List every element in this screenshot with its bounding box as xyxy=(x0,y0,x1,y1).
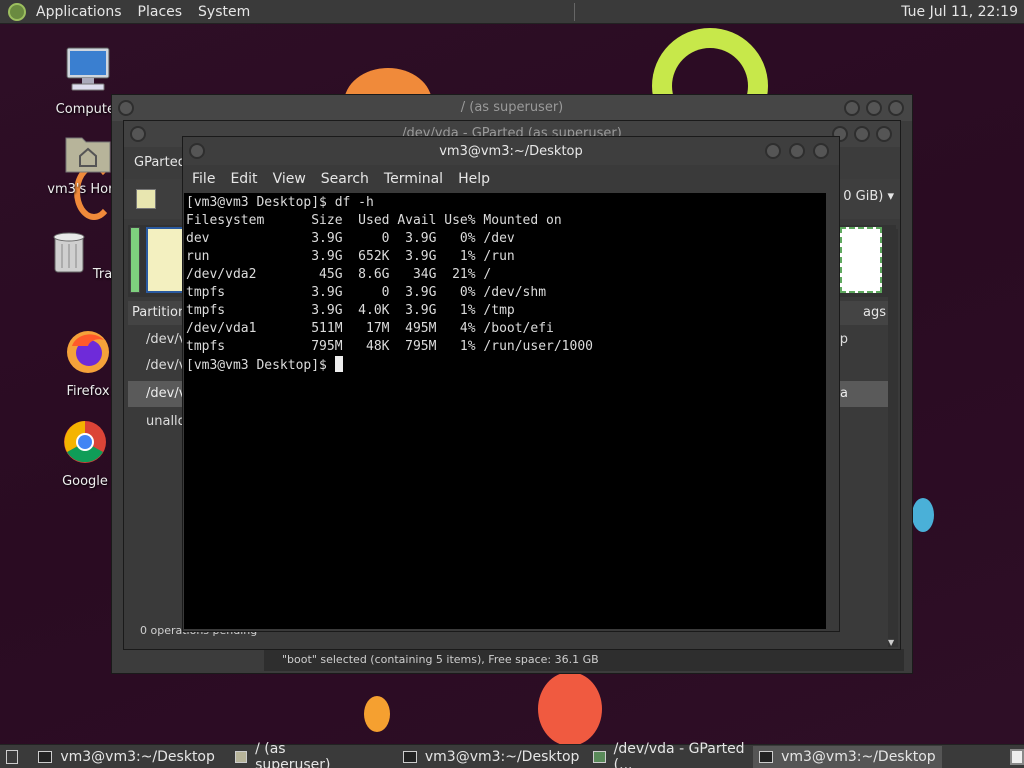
desktop-icon-label: Firefox xyxy=(66,384,110,399)
maximize-button[interactable] xyxy=(854,126,870,142)
bottom-panel: vm3@vm3:~/Desktop / (as superuser) vm3@v… xyxy=(0,741,1024,768)
partition-segment[interactable] xyxy=(146,227,186,293)
menu-help[interactable]: Help xyxy=(457,171,500,187)
device-combo[interactable]: 0 GiB) ▾ xyxy=(843,189,894,204)
wallpaper-blob xyxy=(912,498,934,532)
panel-separator xyxy=(574,2,576,21)
window-menu-button[interactable] xyxy=(130,126,146,142)
firefox-icon xyxy=(67,331,109,373)
chrome-icon xyxy=(64,421,106,463)
taskbar-item-terminal-2[interactable]: vm3@vm3:~/Desktop xyxy=(397,746,586,768)
device-combo-label: 0 GiB) xyxy=(843,189,884,204)
menu-view[interactable]: View xyxy=(272,171,316,187)
terminal-scrollbar[interactable] xyxy=(826,193,838,629)
terminal-menubar: File Edit View Search Terminal Help xyxy=(183,165,839,193)
terminal-line: /dev/vda1 511M 17M 495M 4% /boot/efi xyxy=(186,321,554,336)
partition-name: unallo xyxy=(146,414,186,429)
terminal-line: Filesystem Size Used Avail Use% Mounted … xyxy=(186,213,562,228)
menu-edit[interactable]: Edit xyxy=(229,171,267,187)
terminal-line: [vm3@vm3 Desktop]$ df -h xyxy=(186,195,374,210)
terminal-line: tmpfs 3.9G 0 3.9G 0% /dev/shm xyxy=(186,285,547,300)
menu-places[interactable]: Places xyxy=(130,0,191,24)
terminal-line: /dev/vda2 45G 8.6G 34G 21% / xyxy=(186,267,492,282)
folder-icon xyxy=(234,750,248,763)
minimize-button[interactable] xyxy=(765,143,781,159)
superuser-status-bar: "boot" selected (containing 5 items), Fr… xyxy=(264,649,904,671)
minimize-button[interactable] xyxy=(844,100,860,116)
wallpaper-blob xyxy=(538,672,602,744)
taskbar-item-label: /dev/vda - GParted (... xyxy=(613,740,745,768)
status-text: "boot" selected (containing 5 items), Fr… xyxy=(282,653,599,666)
desktop-icon-label: Google xyxy=(62,474,108,489)
window-title: vm3@vm3:~/Desktop xyxy=(439,144,583,159)
partition-flags: p xyxy=(839,332,848,347)
mate-logo-icon[interactable] xyxy=(8,2,26,21)
partition-segment[interactable] xyxy=(840,227,882,293)
trash-icon xyxy=(53,232,85,273)
partition-flags: a xyxy=(840,386,848,401)
partition-name: /dev/v xyxy=(146,358,187,373)
partition-segment[interactable] xyxy=(130,227,140,293)
taskbar-item-label: vm3@vm3:~/Desktop xyxy=(424,748,580,765)
terminal-icon xyxy=(38,750,53,763)
partition-name: /dev/v xyxy=(146,386,187,401)
menu-file[interactable]: File xyxy=(191,171,225,187)
wallpaper-blob xyxy=(364,696,390,732)
terminal-icon xyxy=(759,750,774,763)
terminal-icon xyxy=(402,750,417,763)
maximize-button[interactable] xyxy=(789,143,805,159)
close-button[interactable] xyxy=(876,126,892,142)
terminal-line: dev 3.9G 0 3.9G 0% /dev xyxy=(186,231,515,246)
menu-system[interactable]: System xyxy=(190,0,258,24)
terminal-cursor xyxy=(334,356,343,372)
partition-name: /dev/v xyxy=(146,332,187,347)
top-panel: Applications Places System Tue Jul 11, 2… xyxy=(0,0,1024,24)
menu-applications[interactable]: Applications xyxy=(28,0,130,24)
superuser-titlebar[interactable]: / (as superuser) xyxy=(112,95,912,121)
terminal-titlebar[interactable]: vm3@vm3:~/Desktop xyxy=(183,137,839,165)
home-folder-icon xyxy=(65,137,111,173)
workspace-switcher[interactable] xyxy=(1009,748,1024,765)
maximize-button[interactable] xyxy=(866,100,882,116)
gparted-scrollbar[interactable]: ▼ xyxy=(888,229,898,647)
taskbar-item-label: / (as superuser) xyxy=(255,740,331,768)
taskbar-item-label: vm3@vm3:~/Desktop xyxy=(781,748,936,765)
gparted-menu-label[interactable]: GParted xyxy=(134,155,186,170)
new-icon[interactable] xyxy=(136,189,156,209)
taskbar-item-terminal-1[interactable]: vm3@vm3:~/Desktop xyxy=(32,746,221,768)
window-menu-button[interactable] xyxy=(189,143,205,159)
terminal-prompt: [vm3@vm3 Desktop]$ xyxy=(186,358,335,373)
taskbar-item-terminal-3[interactable]: vm3@vm3:~/Desktop xyxy=(753,745,942,768)
taskbar-item-gparted[interactable]: /dev/vda - GParted (... xyxy=(587,741,751,768)
terminal-output[interactable]: [vm3@vm3 Desktop]$ df -h Filesystem Size … xyxy=(184,193,826,629)
terminal-window[interactable]: vm3@vm3:~/Desktop File Edit View Search … xyxy=(182,136,840,632)
close-button[interactable] xyxy=(888,100,904,116)
scroll-down-arrow-icon[interactable]: ▼ xyxy=(888,638,894,647)
terminal-line: tmpfs 3.9G 4.0K 3.9G 1% /tmp xyxy=(186,303,515,318)
column-flags[interactable]: ags xyxy=(863,301,886,325)
clock[interactable]: Tue Jul 11, 22:19 xyxy=(901,4,1024,20)
taskbar-item-superuser[interactable]: / (as superuser) xyxy=(229,741,355,768)
close-button[interactable] xyxy=(813,143,829,159)
menu-search[interactable]: Search xyxy=(320,171,379,187)
computer-icon xyxy=(66,47,110,91)
show-desktop-icon[interactable] xyxy=(6,749,19,764)
chevron-down-icon: ▾ xyxy=(887,189,894,204)
column-partition[interactable]: Partition xyxy=(132,301,186,325)
gparted-icon xyxy=(593,750,606,763)
terminal-line: run 3.9G 652K 3.9G 1% /run xyxy=(186,249,515,264)
menu-terminal[interactable]: Terminal xyxy=(383,171,453,187)
terminal-line: tmpfs 795M 48K 795M 1% /run/user/1000 xyxy=(186,339,593,354)
taskbar-item-label: vm3@vm3:~/Desktop xyxy=(60,748,215,765)
window-title: / (as superuser) xyxy=(460,100,564,115)
window-menu-button[interactable] xyxy=(118,100,134,116)
terminal-prompt-line: [vm3@vm3 Desktop]$ xyxy=(186,356,824,375)
